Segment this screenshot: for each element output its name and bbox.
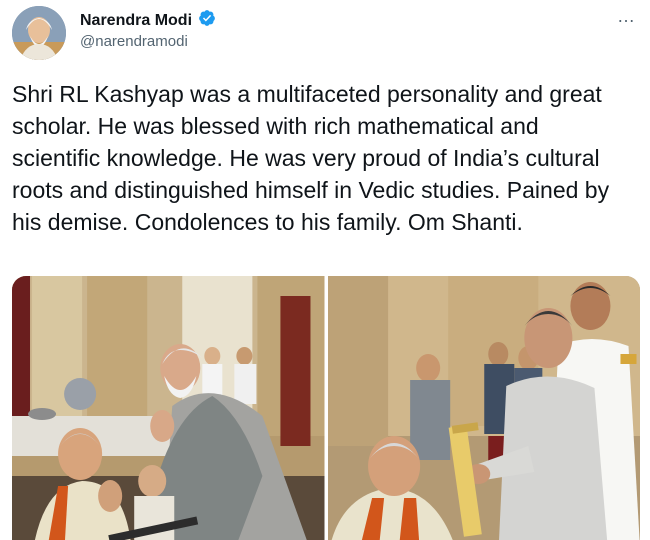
tweet-card: Narendra Modi @narendramodi … Shri RL Ka…	[0, 0, 650, 540]
more-options-icon[interactable]: …	[617, 6, 636, 27]
author-name[interactable]: Narendra Modi	[80, 12, 192, 30]
author-name-row: Narendra Modi	[80, 9, 216, 32]
avatar-image	[12, 6, 66, 60]
media-grid	[12, 276, 640, 540]
author-handle[interactable]: @narendramodi	[80, 33, 188, 50]
tweet-text: Shri RL Kashyap was a multifaceted perso…	[12, 81, 610, 235]
photo-left[interactable]	[12, 276, 325, 540]
photo-pm-greeting-scholar	[12, 276, 325, 540]
verified-badge-icon	[198, 9, 216, 32]
avatar[interactable]	[12, 6, 66, 60]
photo-president-presenting-award	[327, 276, 640, 540]
photo-right[interactable]	[327, 276, 640, 540]
